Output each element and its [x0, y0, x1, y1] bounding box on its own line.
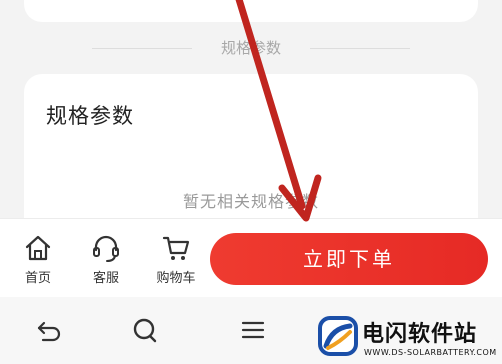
menu-icon[interactable]: [238, 315, 268, 345]
customer-service-label: 客服: [92, 271, 119, 286]
divider-line-right: [310, 48, 410, 49]
site-watermark: 电闪软件站 WWW.DS-SOLARBATTERY.COM: [318, 312, 498, 364]
search-icon[interactable]: [130, 315, 160, 345]
section-divider: 规格参数: [92, 38, 410, 58]
watermark-subtitle: WWW.DS-SOLARBATTERY.COM: [364, 348, 497, 357]
back-icon[interactable]: [34, 315, 64, 345]
home-button[interactable]: 首页: [8, 233, 68, 293]
spec-empty-text: 暂无相关规格参数: [182, 192, 319, 211]
buy-now-button[interactable]: 立即下单: [210, 233, 488, 285]
home-label: 首页: [24, 271, 51, 286]
spec-card-title: 规格参数: [46, 104, 134, 128]
product-action-bar: 首页 客服 购物车 立即下单: [0, 218, 502, 297]
home-icon: [25, 235, 51, 261]
customer-service-button[interactable]: 客服: [76, 233, 136, 293]
watermark-logo-icon: [318, 316, 358, 356]
previous-card: [24, 0, 478, 22]
watermark-title: 电闪软件站: [362, 322, 478, 347]
headset-icon: [93, 235, 119, 262]
cart-button[interactable]: 购物车: [146, 233, 206, 293]
cart-label: 购物车: [156, 271, 196, 286]
cart-icon: [162, 236, 190, 260]
